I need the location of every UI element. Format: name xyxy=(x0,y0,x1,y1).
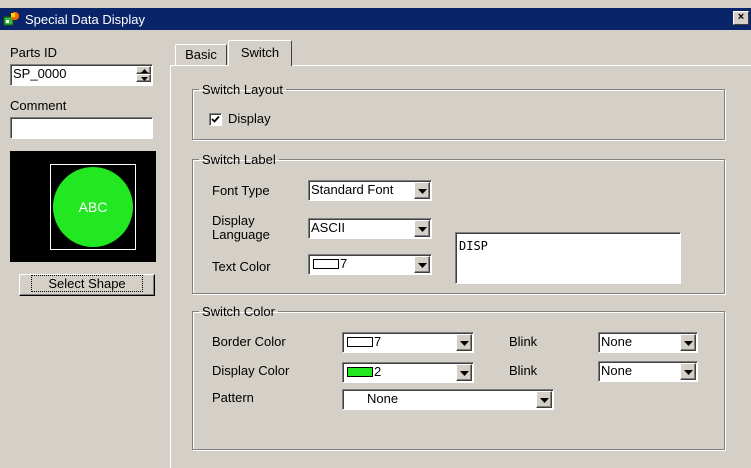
tab-switch[interactable]: Switch xyxy=(228,40,292,66)
comment-field[interactable] xyxy=(10,117,153,139)
display-color-value-wrap: 2 xyxy=(343,363,455,381)
parts-id-label: Parts ID xyxy=(10,45,57,60)
tab-basic[interactable]: Basic xyxy=(175,44,227,66)
display-language-label: Display Language xyxy=(212,214,270,242)
preview-frame: ABC xyxy=(50,164,136,250)
display-language-select[interactable]: ASCII xyxy=(308,218,432,239)
border-color-value: 7 xyxy=(374,334,382,349)
chevron-down-icon xyxy=(684,370,693,375)
checkmark-icon xyxy=(211,115,220,123)
display-blink-select[interactable]: None xyxy=(598,361,698,382)
parts-id-spinner[interactable] xyxy=(136,66,151,82)
parts-id-field[interactable]: SP_0000 xyxy=(10,64,153,86)
text-color-dropdown-button[interactable] xyxy=(414,256,430,273)
spin-down-button[interactable] xyxy=(136,74,151,82)
font-type-label: Font Type xyxy=(212,183,270,198)
switch-tab-panel: Switch Layout Display Switch Label Font … xyxy=(170,65,751,468)
blink-label-1: Blink xyxy=(509,334,538,349)
label-text-box[interactable]: DISP xyxy=(455,232,681,284)
comment-label: Comment xyxy=(10,98,67,113)
switch-layout-group: Switch Layout xyxy=(192,82,725,140)
display-blink-dropdown-button[interactable] xyxy=(680,363,696,380)
font-type-dropdown-button[interactable] xyxy=(414,182,430,199)
dialog-window: Special Data Display × Parts ID SP_0000 … xyxy=(0,0,751,468)
preview-circle: ABC xyxy=(53,167,133,247)
text-color-value-wrap: 7 xyxy=(309,255,413,273)
tab-basic-label: Basic xyxy=(185,47,217,62)
spin-down-icon xyxy=(141,77,148,81)
tab-switch-label: Switch xyxy=(240,45,280,60)
app-icon xyxy=(3,12,19,26)
switch-label-legend: Switch Label xyxy=(202,152,276,167)
switch-color-legend: Switch Color xyxy=(202,304,275,319)
close-button[interactable]: × xyxy=(733,11,749,25)
display-language-label-line2: Language xyxy=(212,227,270,242)
border-color-swatch xyxy=(347,337,373,347)
display-language-dropdown-button[interactable] xyxy=(414,220,430,237)
text-color-label: Text Color xyxy=(212,259,271,274)
border-color-label: Border Color xyxy=(212,334,286,349)
display-color-label: Display Color xyxy=(212,363,290,378)
switch-layout-legend: Switch Layout xyxy=(202,82,283,97)
chevron-down-icon xyxy=(460,341,469,346)
chevron-down-icon xyxy=(418,263,427,268)
title-bar[interactable]: Special Data Display × xyxy=(0,8,751,30)
chevron-down-icon xyxy=(684,341,693,346)
border-color-select[interactable]: 7 xyxy=(342,332,474,353)
border-blink-select[interactable]: None xyxy=(598,332,698,353)
font-type-value: Standard Font xyxy=(311,182,394,197)
text-color-select[interactable]: 7 xyxy=(308,254,432,275)
window-title: Special Data Display xyxy=(25,11,145,27)
select-shape-button[interactable]: Select Shape xyxy=(19,274,155,296)
chevron-down-icon xyxy=(418,227,427,232)
pattern-label: Pattern xyxy=(212,390,254,405)
display-language-label-line1: Display xyxy=(212,213,255,228)
shape-preview: ABC xyxy=(10,151,156,262)
display-color-value: 2 xyxy=(374,364,382,379)
pattern-value: None xyxy=(367,391,399,406)
display-checkbox[interactable] xyxy=(209,113,222,126)
spin-up-button[interactable] xyxy=(136,66,151,74)
select-shape-label: Select Shape xyxy=(31,275,143,292)
border-blink-value: None xyxy=(601,334,633,349)
text-color-swatch xyxy=(313,259,339,269)
border-color-value-wrap: 7 xyxy=(343,333,455,351)
chevron-down-icon xyxy=(418,189,427,194)
display-blink-value: None xyxy=(601,363,633,378)
close-icon: × xyxy=(737,11,745,23)
pattern-dropdown-button[interactable] xyxy=(536,391,552,408)
spin-up-icon xyxy=(141,69,148,73)
chevron-down-icon xyxy=(460,371,469,376)
display-color-swatch xyxy=(347,367,373,377)
border-color-dropdown-button[interactable] xyxy=(456,334,472,351)
display-color-select[interactable]: 2 xyxy=(342,362,474,383)
display-checkbox-label[interactable]: Display xyxy=(228,111,271,126)
chevron-down-icon xyxy=(540,398,549,403)
preview-text: ABC xyxy=(78,199,108,215)
parts-id-value: SP_0000 xyxy=(13,66,67,81)
pattern-select[interactable]: None xyxy=(342,389,554,410)
border-blink-dropdown-button[interactable] xyxy=(680,334,696,351)
display-color-dropdown-button[interactable] xyxy=(456,364,472,381)
blink-label-2: Blink xyxy=(509,363,538,378)
display-language-value: ASCII xyxy=(311,220,345,235)
font-type-select[interactable]: Standard Font xyxy=(308,180,432,201)
text-color-value: 7 xyxy=(340,256,348,271)
